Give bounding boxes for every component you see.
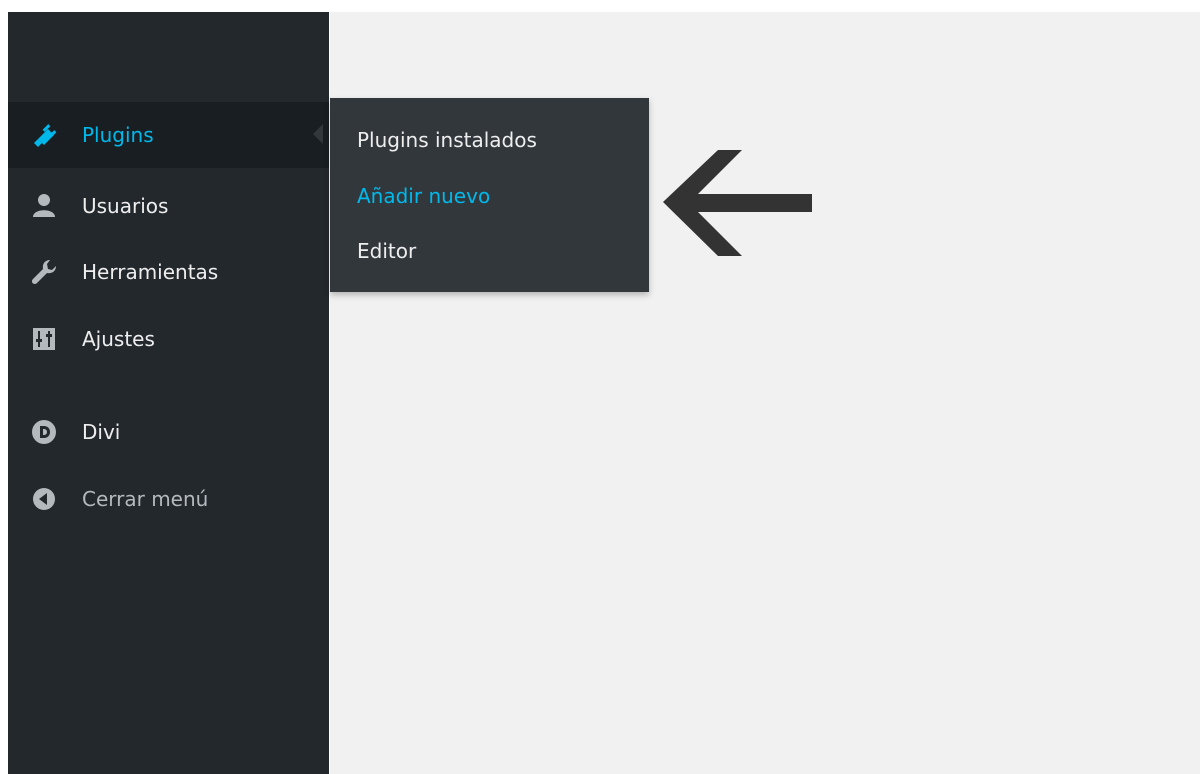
sidebar-item-label: Divi [82,420,121,444]
plugins-submenu: Plugins instalados Añadir nuevo Editor [330,98,649,292]
collapse-menu-button[interactable]: Cerrar menú [8,466,329,532]
submenu-item-editor[interactable]: Editor [357,239,416,263]
submenu-item-plugins-instalados[interactable]: Plugins instalados [357,128,537,152]
sidebar-item-usuarios[interactable]: Usuarios [8,173,329,239]
sidebar-item-herramientas[interactable]: Herramientas [8,239,329,305]
sidebar-item-label: Ajustes [82,327,155,351]
sidebar-item-divi[interactable]: Divi [8,399,329,465]
sidebar-item-plugins[interactable]: Plugins [8,102,329,168]
sidebar-item-label: Cerrar menú [82,487,209,511]
plugin-icon [30,121,58,149]
left-arrow-icon [663,150,812,256]
submenu-pointer [313,124,323,144]
collapse-icon [30,485,58,513]
submenu-item-anadir-nuevo[interactable]: Añadir nuevo [357,184,490,208]
sidebar-item-label: Plugins [82,123,154,147]
admin-sidebar: Plugins Usuarios Herramientas Ajustes Di… [8,12,329,774]
wrench-icon [30,258,58,286]
sidebar-item-label: Herramientas [82,260,219,284]
sidebar-item-ajustes[interactable]: Ajustes [8,306,329,372]
sidebar-item-label: Usuarios [82,194,169,218]
divi-icon [30,418,58,446]
settings-sliders-icon [30,325,58,353]
user-icon [30,192,58,220]
